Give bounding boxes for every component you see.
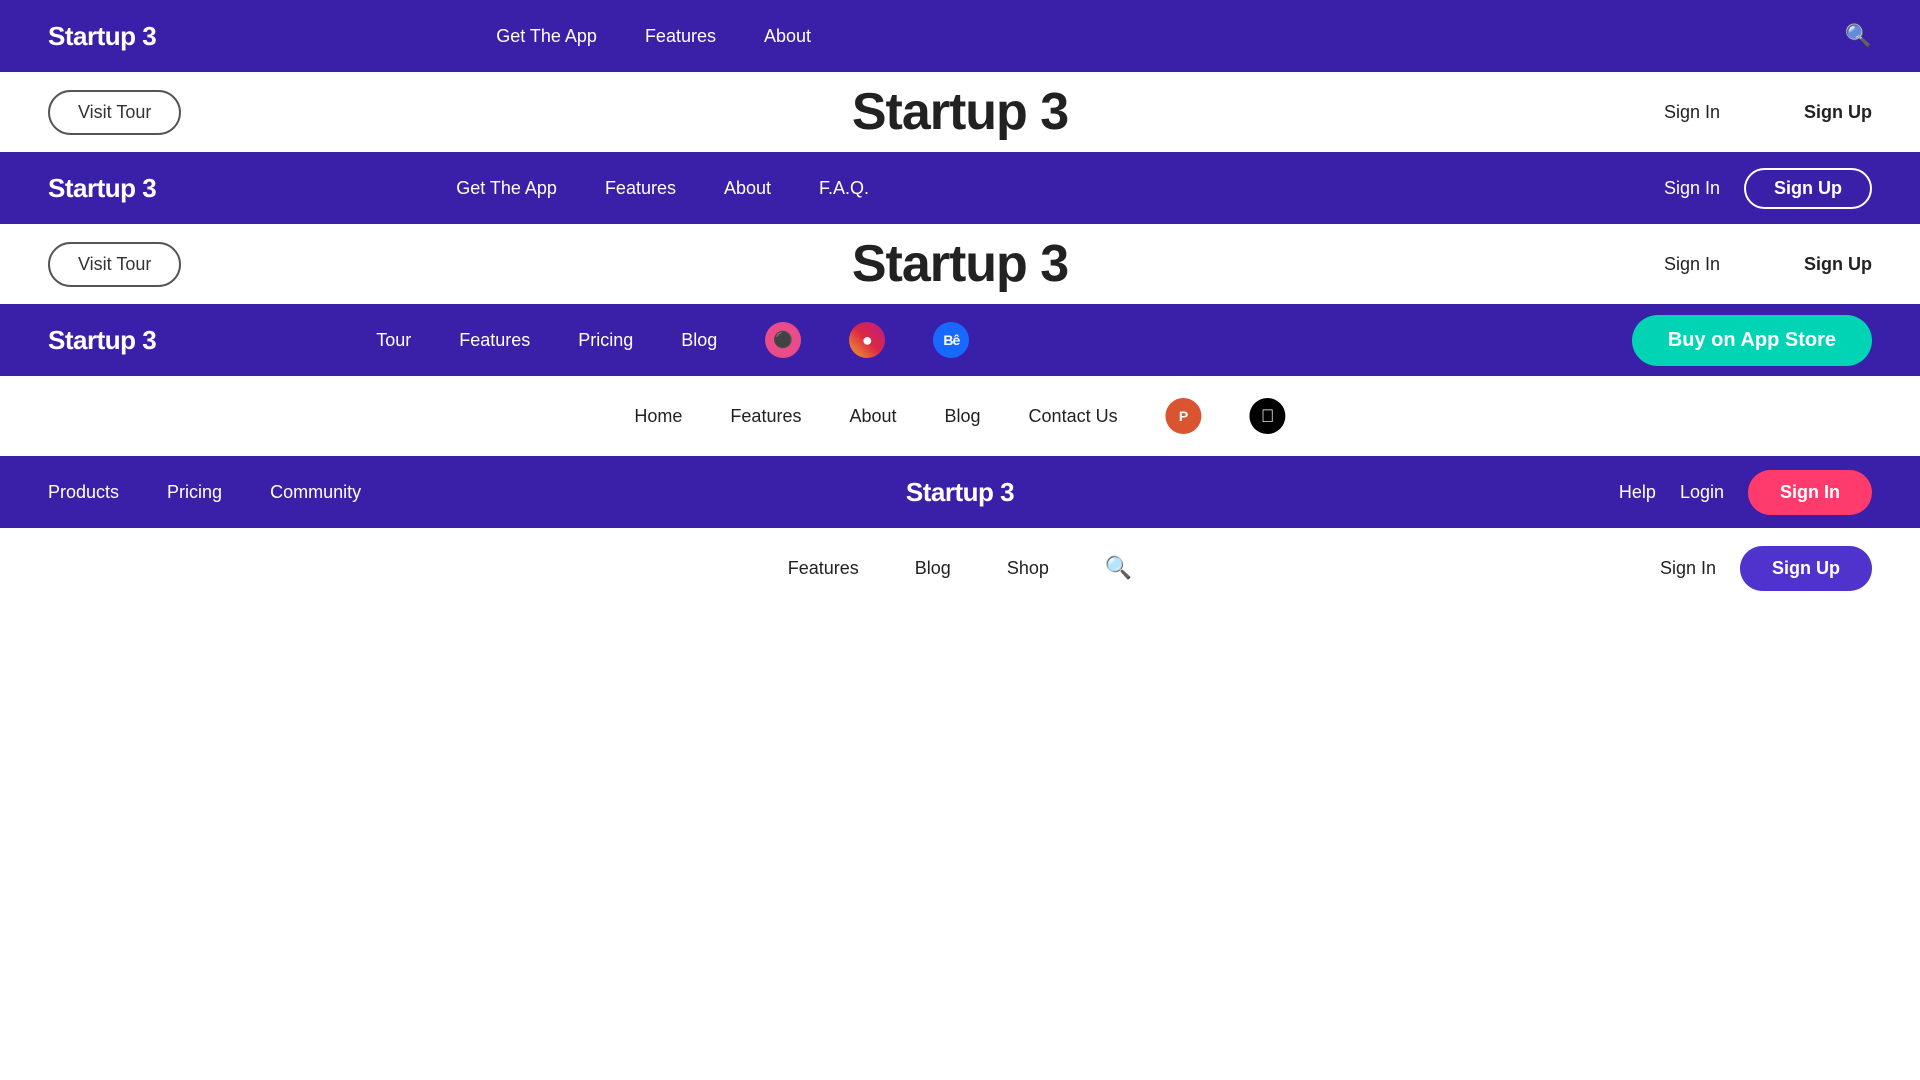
visit-tour-button-1[interactable]: Visit Tour [48, 90, 181, 135]
producthunt-icon-4[interactable]: P [1166, 398, 1202, 434]
search-icon-5[interactable]: 🔍 [1105, 555, 1132, 580]
instagram-icon-3[interactable]: ● [849, 322, 885, 358]
nav-link-about-4[interactable]: About [849, 406, 896, 426]
dribbble-icon-3[interactable]: ⚫ [765, 322, 801, 358]
navbar-2: Startup 3 Get The App Features About F.A… [0, 152, 1920, 224]
nav-link-products-4[interactable]: Products [48, 482, 119, 502]
nav-logo-4: Startup 3 [906, 477, 1014, 508]
nav-link-shop-5[interactable]: Shop [1007, 558, 1049, 578]
nav-link-contactus-4[interactable]: Contact Us [1029, 406, 1118, 426]
sign-in-link-2[interactable]: Sign In [1664, 254, 1720, 275]
nav-link-gettheapp-1[interactable]: Get The App [496, 26, 597, 46]
sign-up-link-1[interactable]: Sign Up [1804, 102, 1872, 123]
nav-logo-1: Startup 3 [48, 21, 156, 52]
sign-in-nav-2[interactable]: Sign In [1664, 178, 1720, 199]
nav-link-features-5[interactable]: Features [788, 558, 859, 578]
hero-row-2: Visit Tour Startup 3 Sign In Sign Up [0, 224, 1920, 304]
nav-link-pricing-4[interactable]: Pricing [167, 482, 222, 502]
nav-link-features-4[interactable]: Features [730, 406, 801, 426]
hero-row-1: Visit Tour Startup 3 Sign In Sign Up [0, 72, 1920, 152]
hero-title-1: Startup 3 [852, 82, 1068, 142]
navbar-1: Startup 3 Get The App Features About 🔍 [0, 0, 1920, 72]
navbar-4: Products Pricing Community Startup 3 Hel… [0, 456, 1920, 528]
nav-link-blog-5[interactable]: Blog [915, 558, 951, 578]
sign-in-link-5[interactable]: Sign In [1660, 558, 1716, 579]
nav-link-faq-2[interactable]: F.A.Q. [819, 178, 869, 198]
nav-link-home-4[interactable]: Home [634, 406, 682, 426]
nav-link-pricing-3[interactable]: Pricing [578, 330, 633, 350]
hero-title-2: Startup 3 [852, 234, 1068, 294]
sign-in-button-4[interactable]: Sign In [1748, 470, 1872, 515]
help-link-4[interactable]: Help [1619, 482, 1656, 503]
nav-logo-3: Startup 3 [48, 325, 156, 356]
nav-logo-2: Startup 3 [48, 173, 156, 204]
hero-row-4: Features Blog Shop 🔍 Sign In Sign Up [0, 528, 1920, 608]
nav-link-features-3[interactable]: Features [459, 330, 530, 350]
nav-link-blog-4[interactable]: Blog [945, 406, 981, 426]
apple-icon-4[interactable]:  [1250, 398, 1286, 434]
nav-link-gettheapp-2[interactable]: Get The App [456, 178, 557, 198]
nav-link-about-2[interactable]: About [724, 178, 771, 198]
hero-row-3: Home Features About Blog Contact Us P  [0, 376, 1920, 456]
nav-link-blog-3[interactable]: Blog [681, 330, 717, 350]
sign-up-nav-2[interactable]: Sign Up [1744, 168, 1872, 209]
nav-link-community-4[interactable]: Community [270, 482, 361, 502]
nav-link-about-1[interactable]: About [764, 26, 811, 46]
sign-in-link-1[interactable]: Sign In [1664, 102, 1720, 123]
behance-icon-3[interactable]: Bê [933, 322, 969, 358]
nav-link-features-1[interactable]: Features [645, 26, 716, 46]
search-icon-1[interactable]: 🔍 [1845, 23, 1872, 49]
sign-up-button-5[interactable]: Sign Up [1740, 546, 1872, 591]
nav-link-tour-3[interactable]: Tour [376, 330, 411, 350]
buy-app-store-button-3[interactable]: Buy on App Store [1632, 315, 1872, 366]
login-link-4[interactable]: Login [1680, 482, 1724, 503]
nav-link-features-2[interactable]: Features [605, 178, 676, 198]
navbar-3: Startup 3 Tour Features Pricing Blog ⚫ ●… [0, 304, 1920, 376]
visit-tour-button-2[interactable]: Visit Tour [48, 242, 181, 287]
sign-up-link-2[interactable]: Sign Up [1804, 254, 1872, 275]
